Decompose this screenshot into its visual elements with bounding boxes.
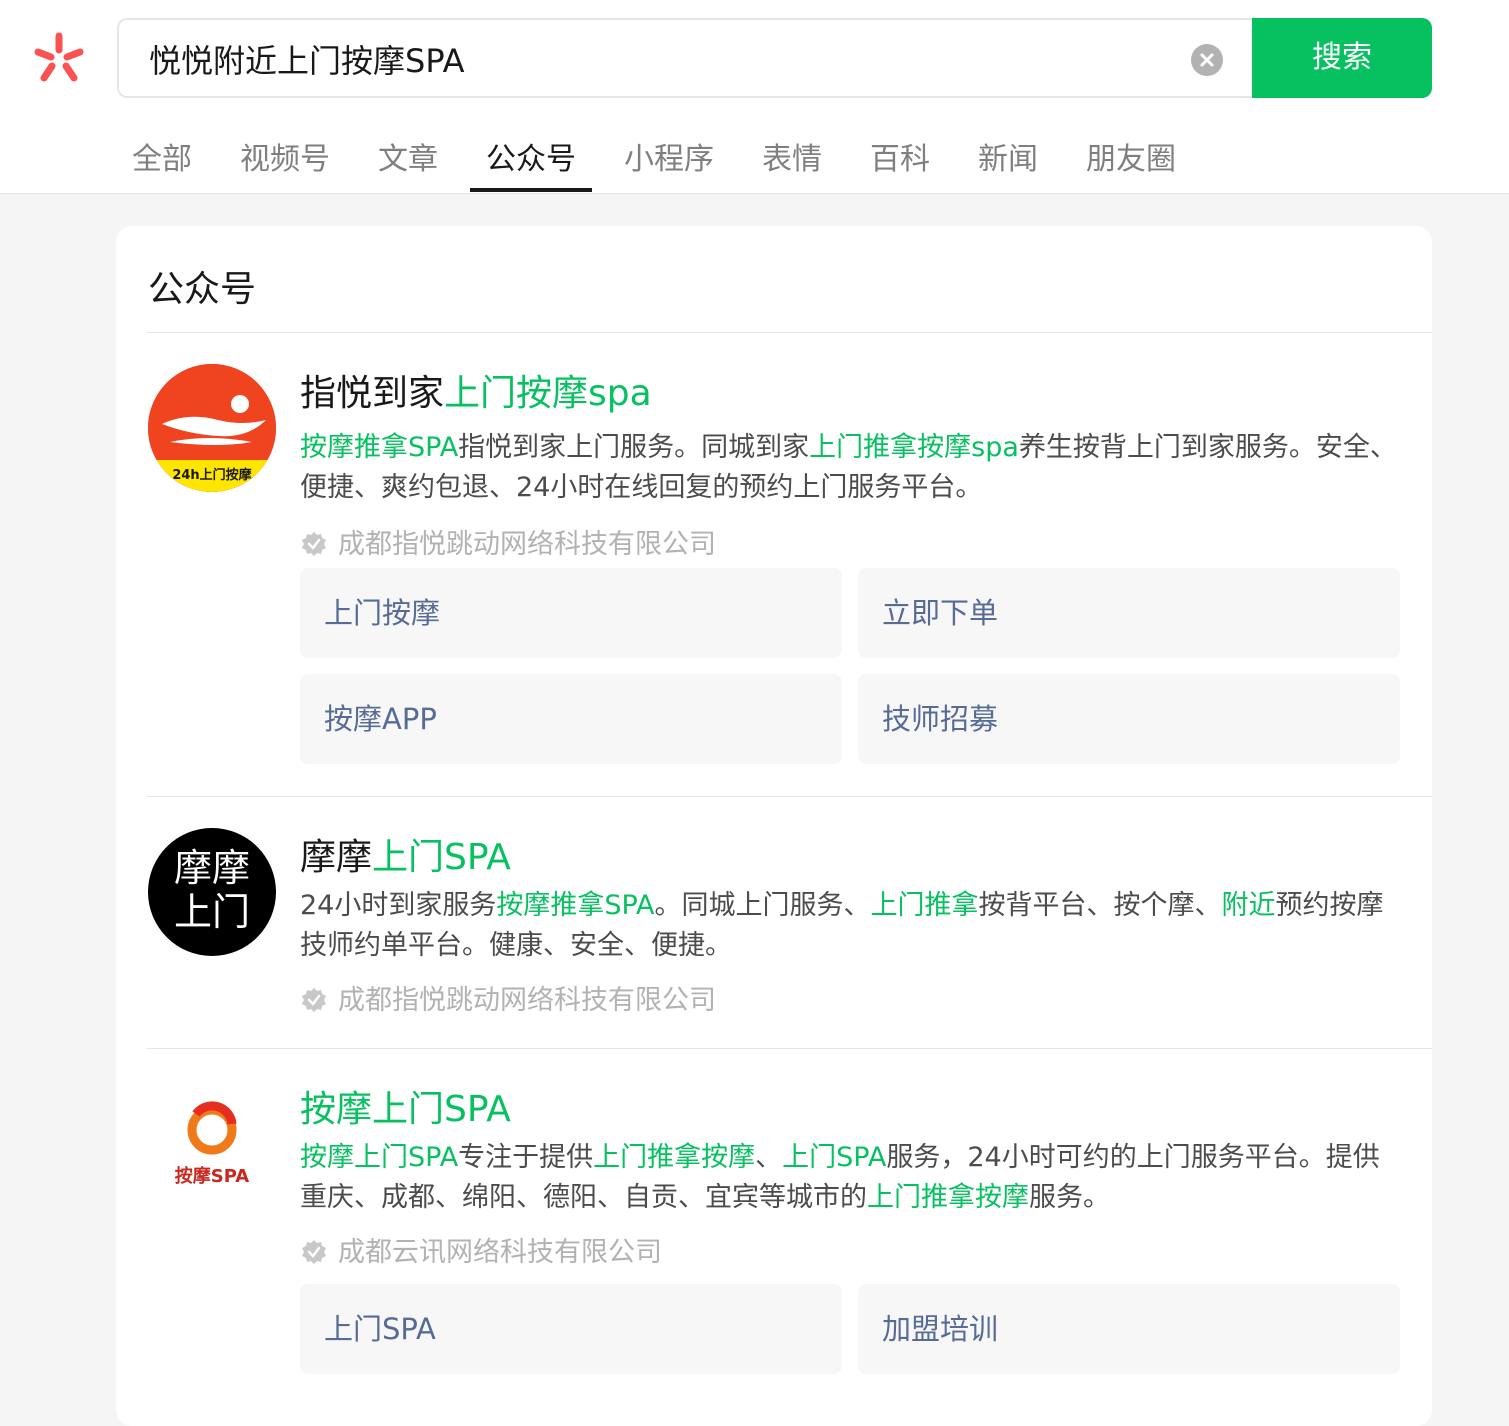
account-avatar[interactable]: 24h上门按摩: [148, 364, 276, 492]
tab-mini-programs[interactable]: 小程序: [624, 134, 714, 194]
title-highlight: 上门按摩spa: [444, 373, 652, 414]
account-title[interactable]: 指悦到家上门按摩spa: [300, 364, 652, 416]
tab-encyclopedia[interactable]: 百科: [870, 134, 930, 194]
section-title: 公众号: [148, 269, 257, 310]
account-description: 24小时到家服务按摩推拿SPA。同城上门服务、上门推拿按背平台、按个摩、附近预约…: [300, 886, 1400, 966]
title-highlight: 按摩上门SPA: [300, 1089, 511, 1130]
search-input[interactable]: [149, 32, 1169, 86]
account-description: 按摩上门SPA专注于提供上门推拿按摩、上门SPA服务，24小时可约的上门服务平台…: [300, 1138, 1400, 1218]
tab-news[interactable]: 新闻: [978, 134, 1038, 194]
desc-segment: 上门推拿按摩: [867, 1182, 1029, 1213]
menu-button[interactable]: 技师招募: [858, 674, 1400, 764]
desc-segment: 按摩推拿SPA: [496, 890, 655, 921]
verified-company: 成都指悦跳动网络科技有限公司: [300, 522, 716, 561]
desc-segment: 上门推拿按摩spa: [809, 432, 1019, 463]
title-highlight: 上门SPA: [372, 837, 511, 878]
category-tabs: 全部 视频号 文章 公众号 小程序 表情 百科 新闻 朋友圈: [0, 120, 1509, 194]
desc-segment: 上门SPA: [782, 1142, 887, 1173]
menu-button[interactable]: 按摩APP: [300, 674, 842, 764]
avatar-caption: 24h上门按摩: [172, 468, 252, 483]
menu-button[interactable]: 上门SPA: [300, 1284, 842, 1374]
menu-button[interactable]: 上门按摩: [300, 568, 842, 658]
tab-all[interactable]: 全部: [132, 134, 192, 194]
desc-segment: 、: [755, 1142, 783, 1173]
top-bar: 搜索 全部 视频号 文章 公众号 小程序 表情 百科 新闻 朋友圈: [0, 0, 1509, 194]
account-title[interactable]: 按摩上门SPA: [300, 1080, 511, 1132]
verified-badge-icon: [302, 1240, 326, 1264]
search-box: [117, 18, 1252, 98]
results-card: 公众号 24h上门按摩 指悦到家上门按摩spa 按摩推拿SPA指悦到家上门服务。…: [116, 226, 1432, 1426]
avatar-caption: 按摩SPA: [174, 1166, 250, 1187]
divider: [147, 1048, 1432, 1049]
account-avatar[interactable]: 摩摩上门: [148, 828, 276, 956]
company-name: 成都云讯网络科技有限公司: [338, 1237, 662, 1268]
clear-search-icon[interactable]: [1191, 44, 1223, 76]
desc-segment: 专注于提供: [458, 1142, 594, 1173]
desc-segment: 附近: [1221, 890, 1276, 921]
account-title[interactable]: 摩摩上门SPA: [300, 828, 511, 880]
title-text: 摩摩: [300, 837, 373, 878]
desc-segment: 按摩上门SPA: [300, 1142, 459, 1173]
active-tab-indicator: [470, 188, 592, 192]
tab-moments[interactable]: 朋友圈: [1086, 134, 1176, 194]
verified-badge-icon: [302, 532, 326, 556]
tab-articles[interactable]: 文章: [378, 134, 438, 194]
company-name: 成都指悦跳动网络科技有限公司: [338, 529, 716, 560]
tab-stickers[interactable]: 表情: [762, 134, 822, 194]
divider: [147, 796, 1432, 797]
menu-button[interactable]: 加盟培训: [858, 1284, 1400, 1374]
desc-segment: 按摩推拿SPA: [300, 432, 459, 463]
desc-segment: 上门推拿按摩: [593, 1142, 756, 1173]
tab-official-accounts[interactable]: 公众号: [486, 134, 576, 194]
desc-segment: 服务。: [1029, 1182, 1110, 1213]
wechat-search-logo-icon[interactable]: [30, 30, 88, 86]
account-description: 按摩推拿SPA指悦到家上门服务。同城到家上门推拿按摩spa养生按背上门到家服务。…: [300, 428, 1400, 508]
desc-segment: 上门推拿: [870, 890, 979, 921]
desc-segment: 指悦到家上门服务。同城到家: [458, 432, 810, 463]
verified-badge-icon: [302, 988, 326, 1012]
verified-company: 成都云讯网络科技有限公司: [300, 1230, 662, 1269]
divider: [147, 332, 1432, 333]
company-name: 成都指悦跳动网络科技有限公司: [338, 985, 716, 1016]
tab-channels[interactable]: 视频号: [240, 134, 330, 194]
account-avatar[interactable]: 按摩SPA: [148, 1080, 276, 1208]
menu-button[interactable]: 立即下单: [858, 568, 1400, 658]
search-button[interactable]: 搜索: [1252, 18, 1432, 98]
avatar-caption: 摩摩上门: [173, 846, 250, 934]
title-text: 指悦到家: [300, 373, 445, 414]
desc-segment: 按背平台、按个摩、: [978, 890, 1222, 921]
verified-company: 成都指悦跳动网络科技有限公司: [300, 978, 716, 1017]
desc-segment: 24小时到家服务: [300, 890, 497, 921]
desc-segment: 。同城上门服务、: [654, 890, 871, 921]
